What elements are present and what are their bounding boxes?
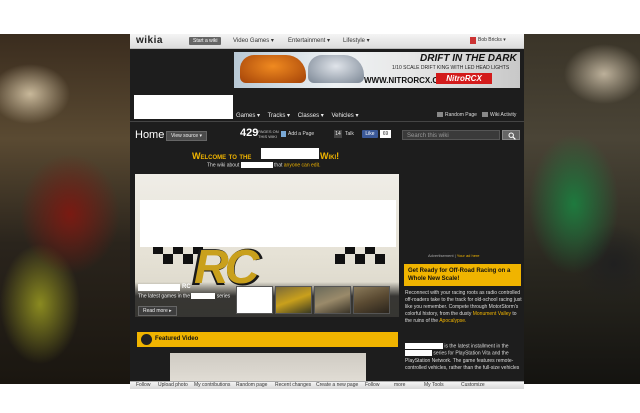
background-art-left [0,34,130,384]
local-navigation: Games ▾ Tracks ▾ Classes ▾ Vehicles ▾ [236,112,364,119]
global-navigation: wikia Start a wiki Video Games ▾ Enterta… [130,34,524,49]
user-avatar[interactable] [470,37,476,44]
start-wiki-button[interactable]: Start a wiki [189,37,222,45]
about-topic-redacted [240,162,273,168]
hero-title-redacted [140,200,396,247]
view-source-button[interactable]: View source ▾ [166,131,208,141]
monument-valley-link[interactable]: Monument Valley [473,311,511,317]
nav-games[interactable]: Games ▾ [236,113,260,119]
add-page-icon [281,131,286,137]
welcome-heading-end: Wiki! [320,151,340,161]
game-description-text: is the latest installment in the [444,343,509,350]
caption-text-suffix: series [216,293,231,300]
read-more-button[interactable]: Read more ▸ [138,306,177,316]
random-page-link[interactable]: Random Page [445,112,477,118]
featured-video-player[interactable] [170,353,366,384]
caption-text: The latest games in the series [138,293,230,299]
slider-thumbnail[interactable] [275,286,312,314]
search-input[interactable]: Search this wiki [402,130,500,140]
ad-subtitle: 1/10 SCALE DRIFT KING WITH LED HEAD LIGH… [392,65,510,71]
promo-paragraph: Reconnect with your racing roots as radi… [405,290,522,325]
caption-text-prefix: The latest games in the [138,293,190,300]
user-menu[interactable]: Bob Bricks ▾ [478,37,506,43]
apocalypse-link[interactable]: Apocalypse. [439,318,466,324]
wiki-name-redacted [261,148,319,159]
your-ad-here-link[interactable]: Your ad here [457,253,480,258]
toolbar-random-page[interactable]: Random page [236,382,267,389]
anyone-can-edit-link[interactable]: anyone can edit. [284,162,321,168]
hub-video-games[interactable]: Video Games ▾ [233,37,274,44]
ad-note: Advertisement | Your ad here [428,253,480,258]
toolbar-create-page[interactable]: Create a new page [316,382,358,389]
slider-thumbnail[interactable] [236,286,273,314]
wikia-logo[interactable]: wikia [136,35,163,46]
ad-car-orange [240,55,306,83]
welcome-heading: Welcome to the [192,151,252,161]
game-description: is the latest installment in the series … [405,343,522,372]
header-divider [130,121,524,122]
hub-entertainment[interactable]: Entertainment ▾ [288,37,330,44]
toolbar-upload-photo[interactable]: Upload photo [158,382,188,389]
featured-video-label: Featured Video [155,336,199,342]
about-prefix: The wiki about [207,162,240,169]
toolbar-follow[interactable]: Follow [136,382,150,389]
toolbar-my-contributions[interactable]: My contributions [194,382,230,389]
wiki-activity-icon [482,112,488,117]
wikia-toolbar: Follow Upload photo My contributions Ran… [130,381,524,389]
hub-lifestyle[interactable]: Lifestyle ▾ [343,37,370,44]
talk-link[interactable]: Talk [345,131,354,137]
search-button[interactable] [502,130,520,140]
ad-title: DRIFT IN THE DARK [420,53,517,64]
page-count: 429 [240,127,259,139]
about-mid: that [274,162,283,169]
toolbar-my-tools[interactable]: My Tools [424,382,444,389]
search-icon [508,132,516,140]
add-page-link[interactable]: Add a Page [288,131,314,137]
nav-classes[interactable]: Classes ▾ [298,113,324,119]
page-count-label: PAGES ON THIS WIKI [258,129,279,139]
game-name-redacted [405,343,443,349]
talk-count: 14 [334,130,342,138]
facebook-like-button[interactable]: Like [362,130,378,138]
wiki-about-line: The wiki about that anyone can edit. [207,162,320,168]
caption-series-redacted [191,293,216,299]
wiki-activity-link[interactable]: Wiki Activity [490,112,516,118]
slider-thumbnail[interactable] [314,286,351,314]
video-camera-icon [141,334,152,345]
promo-title: Get Ready for Off-Road Racing on a Whole… [408,268,511,282]
ad-car-silver [308,55,364,83]
ad-logo: NitroRCX [436,73,492,84]
slider-thumbnail[interactable] [353,286,390,314]
random-page-icon [437,112,443,117]
nav-vehicles[interactable]: Vehicles ▾ [331,113,358,119]
toolbar-follow-2[interactable]: Follow [365,382,379,389]
background-art-right [524,34,640,384]
ad-note-text: Advertisement | [428,253,457,258]
toolbar-recent-changes[interactable]: Recent changes [275,382,311,389]
facebook-like-count: 69 [380,130,391,138]
caption-title-suffix: RC [182,284,191,290]
toolbar-more[interactable]: more [394,382,405,389]
toolbar-customize[interactable]: Customize [461,382,485,389]
nav-tracks[interactable]: Tracks ▾ [268,113,290,119]
series-name-redacted [405,350,432,357]
page-title: Home [135,129,165,141]
caption-title-redacted [138,284,180,291]
wiki-logo[interactable] [134,95,233,119]
